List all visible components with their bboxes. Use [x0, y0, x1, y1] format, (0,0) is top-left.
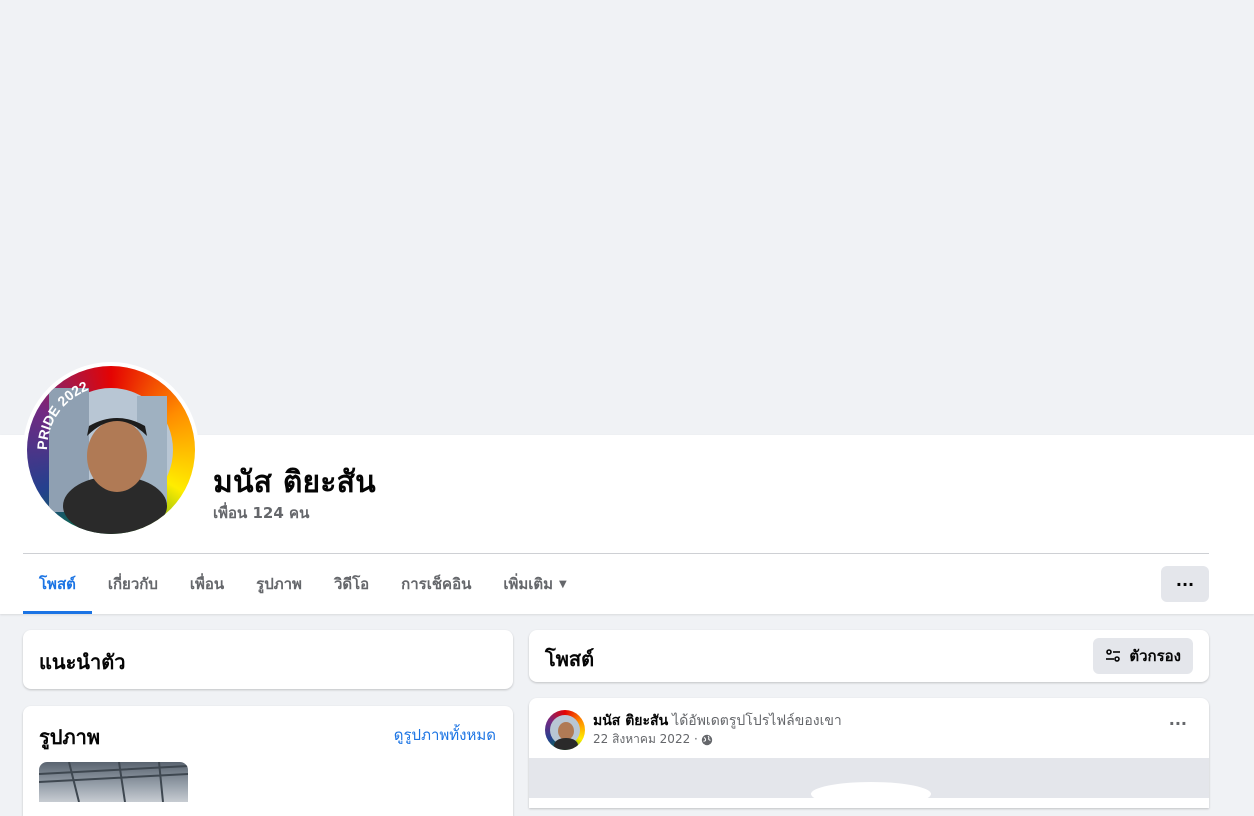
tab-posts[interactable]: โพสต์ [23, 554, 92, 614]
photo-roof-icon [39, 762, 188, 802]
profile-name: มนัส ติยะสัน [213, 465, 376, 500]
post-options-button[interactable]: ··· [1169, 714, 1187, 733]
profile-more-button[interactable]: ··· [1161, 566, 1209, 602]
tab-checkins[interactable]: การเช็คอิน [385, 554, 487, 614]
globe-icon [701, 734, 713, 745]
sliders-icon [1106, 649, 1121, 662]
post-action-text: ได้อัพเดตรูปโปรไฟล์ของเขา [672, 713, 842, 729]
cover-photo-area[interactable] [0, 0, 1241, 435]
post-author-avatar[interactable] [545, 710, 585, 750]
ellipsis-icon: ··· [1175, 574, 1195, 594]
photos-card: รูปภาพ ดูรูปภาพทั้งหมด [23, 706, 513, 816]
photos-title: รูปภาพ [39, 725, 101, 749]
tab-label: วิดีโอ [333, 575, 370, 593]
tab-videos[interactable]: วิดีโอ [318, 554, 385, 614]
tab-more[interactable]: เพิ่มเติม ▼ [487, 554, 582, 614]
tab-friends[interactable]: เพื่อน [174, 554, 240, 614]
tab-about[interactable]: เกี่ยวกับ [92, 554, 174, 614]
intro-card: แนะนำตัว [23, 630, 513, 689]
tab-photos[interactable]: รูปภาพ [240, 554, 318, 614]
posts-title: โพสต์ [545, 647, 595, 671]
tab-label: การเช็คอิน [401, 575, 472, 593]
avatar-photo-icon [550, 715, 580, 750]
tab-label: โพสต์ [39, 575, 76, 593]
photo-thumbnail[interactable] [39, 762, 188, 802]
tab-label: เพิ่มเติม [503, 575, 554, 593]
posts-header-card: โพสต์ ตัวกรอง [529, 630, 1209, 682]
post-author-name[interactable]: มนัส ติยะสัน [593, 713, 668, 729]
post-date[interactable]: 22 สิงหาคม 2022 · [593, 730, 698, 749]
tab-label: รูปภาพ [256, 575, 302, 593]
post-media[interactable] [529, 758, 1209, 806]
post-author-line: มนัส ติยะสัน ได้อัพเดตรูปโปรไฟล์ของเขา [593, 710, 842, 732]
friends-count[interactable]: เพื่อน 124 คน [213, 501, 309, 525]
see-all-photos-link[interactable]: ดูรูปภาพทั้งหมด [394, 723, 496, 747]
chevron-down-icon: ▼ [559, 578, 567, 590]
avatar: PRIDE 2022 [27, 366, 195, 534]
profile-tabs: โพสต์ เกี่ยวกับ เพื่อน รูปภาพ วิดีโอ การ… [23, 554, 583, 614]
media-preview-icon [811, 782, 931, 806]
intro-title: แนะนำตัว [39, 650, 126, 674]
post-card: มนัส ติยะสัน ได้อัพเดตรูปโปรไฟล์ของเขา 22… [529, 698, 1209, 808]
tab-label: เกี่ยวกับ [107, 575, 158, 593]
ellipsis-icon: ··· [1168, 714, 1187, 733]
filter-label: ตัวกรอง [1129, 647, 1181, 665]
filter-button[interactable]: ตัวกรอง [1093, 638, 1193, 674]
avatar-photo-icon: PRIDE 2022 [34, 378, 173, 534]
post-meta: 22 สิงหาคม 2022 · [593, 730, 713, 749]
tab-label: เพื่อน [189, 575, 225, 593]
profile-picture[interactable]: PRIDE 2022 [23, 362, 199, 538]
